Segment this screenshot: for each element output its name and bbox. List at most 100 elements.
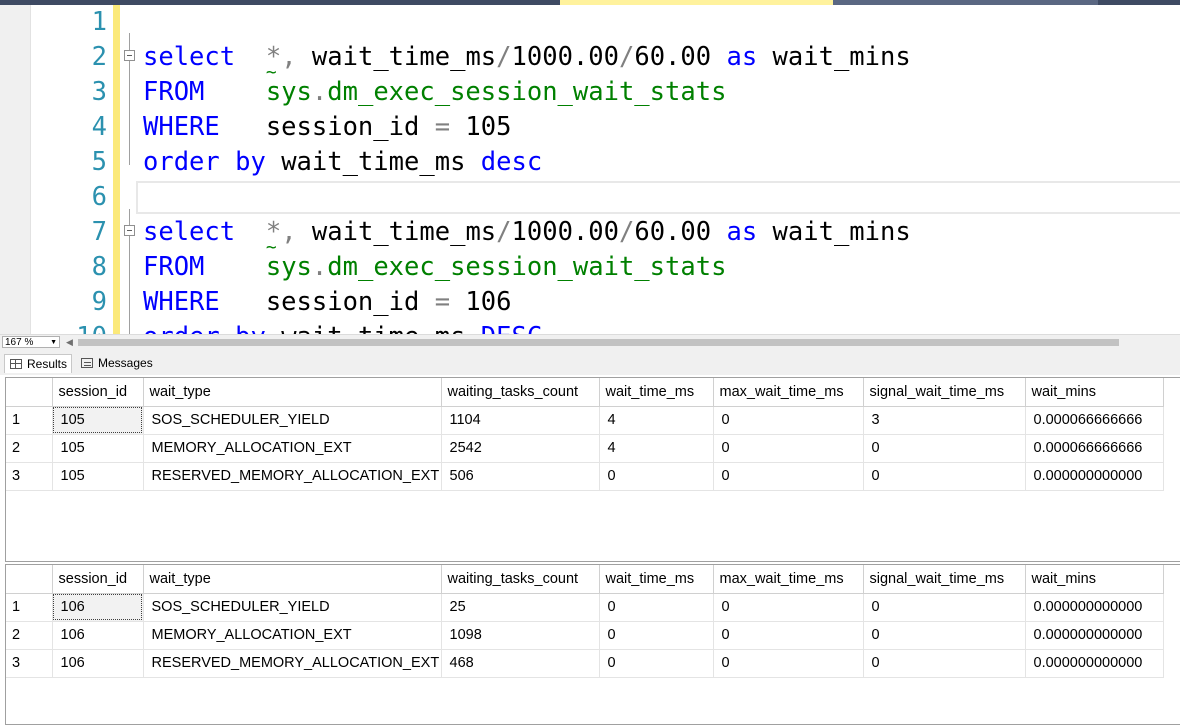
- code-line[interactable]: 2select *, wait_time_ms/1000.00/60.00 as…: [0, 40, 1180, 75]
- cell-wait-type[interactable]: RESERVED_MEMORY_ALLOCATION_EXT: [143, 462, 442, 491]
- cell-wait-type[interactable]: SOS_SCHEDULER_YIELD: [143, 406, 442, 435]
- cell-wait-mins[interactable]: 0.000066666666: [1025, 434, 1164, 463]
- cell-signal-wait-time-ms[interactable]: 0: [863, 649, 1026, 678]
- code-line[interactable]: 10 order by wait_time_ms DESC: [0, 320, 1180, 335]
- cell-wait-mins[interactable]: 0.000000000000: [1025, 621, 1164, 650]
- cell-wait-mins[interactable]: 0.000066666666: [1025, 406, 1164, 435]
- table-row[interactable]: 2 106 MEMORY_ALLOCATION_EXT 1098 0 0 0 0.000000…: [6, 621, 1164, 650]
- cell-session-id[interactable]: 106: [52, 621, 144, 650]
- row-number[interactable]: 1: [6, 406, 53, 435]
- cell-waiting-tasks-count[interactable]: 506: [441, 462, 600, 491]
- table-row[interactable]: 1 105 SOS_SCHEDULER_YIELD 1104 4 0 3 0.00006666…: [6, 406, 1164, 435]
- column-header-waiting-tasks-count[interactable]: waiting_tasks_count: [441, 378, 600, 407]
- row-number[interactable]: 3: [6, 462, 53, 491]
- code-token: session_id: [219, 112, 435, 142]
- column-header-max-wait-time-ms[interactable]: max_wait_time_ms: [713, 378, 864, 407]
- column-header-signal-wait-time-ms[interactable]: signal_wait_time_ms: [863, 565, 1026, 594]
- cell-session-id[interactable]: 105: [52, 406, 144, 435]
- code-token: WHERE: [143, 287, 220, 317]
- code-line[interactable]: 1: [0, 5, 1180, 40]
- column-header-waiting-tasks-count[interactable]: waiting_tasks_count: [441, 565, 600, 594]
- horizontal-scrollbar-thumb[interactable]: [78, 339, 1119, 346]
- line-number: 10: [30, 320, 107, 335]
- scroll-left-icon[interactable]: ◀: [66, 337, 73, 348]
- cell-session-id[interactable]: 105: [52, 462, 144, 491]
- cell-signal-wait-time-ms[interactable]: 3: [863, 406, 1026, 435]
- results-grid-2[interactable]: session_id wait_type waiting_tasks_count wa…: [5, 564, 1180, 725]
- cell-waiting-tasks-count[interactable]: 2542: [441, 434, 600, 463]
- code-line[interactable]: 3 FROM sys.dm_exec_session_wait_stats: [0, 75, 1180, 110]
- cell-wait-mins[interactable]: 0.000000000000: [1025, 593, 1164, 622]
- collapse-icon[interactable]: [124, 50, 135, 61]
- zoom-dropdown[interactable]: 167 % ▼: [2, 336, 60, 348]
- cell-session-id[interactable]: 106: [52, 593, 144, 622]
- cell-waiting-tasks-count[interactable]: 468: [441, 649, 600, 678]
- collapse-icon[interactable]: [124, 225, 135, 236]
- results-table-2[interactable]: session_id wait_type waiting_tasks_count wa…: [6, 565, 1164, 678]
- cell-max-wait-time-ms[interactable]: 0: [713, 434, 864, 463]
- column-header-signal-wait-time-ms[interactable]: signal_wait_time_ms: [863, 378, 1026, 407]
- code-line[interactable]: 6: [0, 180, 1180, 215]
- cell-max-wait-time-ms[interactable]: 0: [713, 406, 864, 435]
- table-row[interactable]: 3 106 RESERVED_MEMORY_ALLOCATION_EXT 468 0 0 0…: [6, 649, 1164, 678]
- tab-messages[interactable]: Messages: [76, 354, 153, 373]
- column-header-session-id[interactable]: session_id: [52, 565, 144, 594]
- cell-signal-wait-time-ms[interactable]: 0: [863, 462, 1026, 491]
- column-header-wait-mins[interactable]: wait_mins: [1025, 378, 1164, 407]
- column-header-wait-time-ms[interactable]: wait_time_ms: [599, 378, 714, 407]
- cell-signal-wait-time-ms[interactable]: 0: [863, 621, 1026, 650]
- cell-wait-type[interactable]: SOS_SCHEDULER_YIELD: [143, 593, 442, 622]
- column-header-wait-type[interactable]: wait_type: [143, 565, 442, 594]
- code-line[interactable]: 4 WHERE session_id = 105: [0, 110, 1180, 145]
- column-header-wait-mins[interactable]: wait_mins: [1025, 565, 1164, 594]
- code-token: ,: [281, 42, 297, 72]
- row-number[interactable]: 2: [6, 434, 53, 463]
- code-token: 1000.00: [511, 217, 619, 247]
- corner-cell[interactable]: [6, 565, 53, 594]
- cell-max-wait-time-ms[interactable]: 0: [713, 621, 864, 650]
- cell-wait-type[interactable]: MEMORY_ALLOCATION_EXT: [143, 621, 442, 650]
- code-line[interactable]: 9 WHERE session_id = 106: [0, 285, 1180, 320]
- cell-max-wait-time-ms[interactable]: 0: [713, 593, 864, 622]
- table-row[interactable]: 3 105 RESERVED_MEMORY_ALLOCATION_EXT 506 0 0 0…: [6, 462, 1164, 491]
- results-table-1[interactable]: session_id wait_type waiting_tasks_count wa…: [6, 378, 1164, 491]
- row-number[interactable]: 3: [6, 649, 53, 678]
- cell-signal-wait-time-ms[interactable]: 0: [863, 593, 1026, 622]
- corner-cell[interactable]: [6, 378, 53, 407]
- query-editor[interactable]: 12select *, wait_time_ms/1000.00/60.00 a…: [0, 5, 1180, 335]
- cell-waiting-tasks-count[interactable]: 1104: [441, 406, 600, 435]
- tab-results[interactable]: Results: [4, 354, 72, 373]
- column-header-session-id[interactable]: session_id: [52, 378, 144, 407]
- cell-max-wait-time-ms[interactable]: 0: [713, 462, 864, 491]
- results-grid-1[interactable]: session_id wait_type waiting_tasks_count wa…: [5, 377, 1180, 562]
- cell-waiting-tasks-count[interactable]: 25: [441, 593, 600, 622]
- cell-wait-time-ms[interactable]: 0: [599, 462, 714, 491]
- column-header-max-wait-time-ms[interactable]: max_wait_time_ms: [713, 565, 864, 594]
- cell-waiting-tasks-count[interactable]: 1098: [441, 621, 600, 650]
- code-token: =: [434, 112, 451, 142]
- line-number: 6: [91, 182, 107, 212]
- cell-wait-time-ms[interactable]: 0: [599, 621, 714, 650]
- cell-wait-mins[interactable]: 0.000000000000: [1025, 649, 1164, 678]
- code-line[interactable]: 5 order by wait_time_ms desc: [0, 145, 1180, 180]
- code-line[interactable]: 7select *, wait_time_ms/1000.00/60.00 as…: [0, 215, 1180, 250]
- code-line[interactable]: 8 FROM sys.dm_exec_session_wait_stats: [0, 250, 1180, 285]
- cell-wait-time-ms[interactable]: 0: [599, 593, 714, 622]
- cell-signal-wait-time-ms[interactable]: 0: [863, 434, 1026, 463]
- column-header-wait-time-ms[interactable]: wait_time_ms: [599, 565, 714, 594]
- column-header-wait-type[interactable]: wait_type: [143, 378, 442, 407]
- row-number[interactable]: 1: [6, 593, 53, 622]
- table-row[interactable]: 2 105 MEMORY_ALLOCATION_EXT 2542 4 0 0 0.000066…: [6, 434, 1164, 463]
- cell-session-id[interactable]: 106: [52, 649, 144, 678]
- cell-wait-type[interactable]: RESERVED_MEMORY_ALLOCATION_EXT: [143, 649, 442, 678]
- cell-wait-time-ms[interactable]: 4: [599, 434, 714, 463]
- cell-wait-time-ms[interactable]: 0: [599, 649, 714, 678]
- table-row[interactable]: 1 106 SOS_SCHEDULER_YIELD 25 0 0 0 0.0000000000…: [6, 593, 1164, 622]
- cell-wait-time-ms[interactable]: 4: [599, 406, 714, 435]
- cell-wait-type[interactable]: MEMORY_ALLOCATION_EXT: [143, 434, 442, 463]
- cell-max-wait-time-ms[interactable]: 0: [713, 649, 864, 678]
- cell-session-id[interactable]: 105: [52, 434, 144, 463]
- cell-wait-mins[interactable]: 0.000000000000: [1025, 462, 1164, 491]
- row-number[interactable]: 2: [6, 621, 53, 650]
